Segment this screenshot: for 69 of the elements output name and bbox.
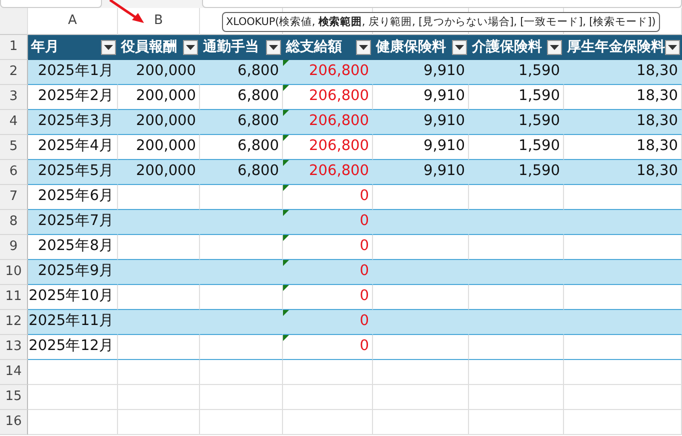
table-cell: 200,000 (118, 160, 200, 185)
row-number: 6 (0, 160, 28, 185)
table-cell: 0 (283, 335, 373, 360)
table-cell: 200,000 (118, 110, 200, 135)
table-cell: 2025年7月 (28, 210, 118, 235)
table-cell: 2025年11月 (28, 310, 118, 335)
table-cell: 18,30 (564, 60, 682, 85)
table-cell: 6,800 (200, 60, 283, 85)
table-header-cell: 年月 (28, 35, 118, 60)
filter-dropdown-button[interactable] (266, 40, 281, 55)
row-number: 3 (0, 85, 28, 110)
table-cell: 2025年5月 (28, 160, 118, 185)
table-cell: 6,800 (200, 160, 283, 185)
row-number: 12 (0, 310, 28, 335)
row-number: 7 (0, 185, 28, 210)
row-number: 4 (0, 110, 28, 135)
table-header-cell: 総支給額 (283, 35, 373, 60)
row-number: 16 (0, 410, 28, 435)
table-cell: 1,590 (469, 60, 564, 85)
table-cell: 206,800 (283, 160, 373, 185)
table-cell: 9,910 (373, 160, 469, 185)
row-number: 1 (0, 35, 28, 60)
table-cell: 1,590 (469, 110, 564, 135)
caret-icon (186, 44, 195, 50)
table-cell: 206,800 (283, 110, 373, 135)
row-number: 2 (0, 60, 28, 85)
filter-dropdown-button[interactable] (356, 40, 371, 55)
table-cell: 0 (283, 260, 373, 285)
table-header-cell: 厚生年金保険料 (564, 35, 682, 60)
caret-icon (359, 44, 368, 50)
filter-dropdown-button[interactable] (547, 40, 562, 55)
table-header-cell: 役員報酬 (118, 35, 200, 60)
formula-tooltip: XLOOKUP(検索値, 検索範囲, 戻り範囲, [見つからない場合], [一致モード], [検索モード]) (222, 12, 660, 32)
column-header[interactable]: A (28, 8, 118, 35)
table-cell: 18,30 (564, 110, 682, 135)
table-cell: 2025年1月 (28, 60, 118, 85)
filter-dropdown-button[interactable] (452, 40, 467, 55)
table-cell: 200,000 (118, 60, 200, 85)
row-number: 5 (0, 135, 28, 160)
table-header-cell: 健康保険料 (373, 35, 469, 60)
caret-icon (668, 44, 677, 50)
table-header-cell: 介護保険料 (469, 35, 564, 60)
table-header-cell: 通勤手当 (200, 35, 283, 60)
filter-dropdown-button[interactable] (183, 40, 198, 55)
row-number: 13 (0, 335, 28, 360)
caret-icon (269, 44, 278, 50)
caret-icon (455, 44, 464, 50)
table-cell: 9,910 (373, 110, 469, 135)
table-cell: 2025年3月 (28, 110, 118, 135)
row-number: 8 (0, 210, 28, 235)
row-number: 14 (0, 360, 28, 385)
table-cell: 18,30 (564, 160, 682, 185)
row-number: 9 (0, 235, 28, 260)
table-cell: 6,800 (200, 110, 283, 135)
row-number: 10 (0, 260, 28, 285)
table-cell: 0 (283, 310, 373, 335)
column-header[interactable]: B (118, 8, 200, 35)
caret-icon (104, 44, 113, 50)
caret-icon (550, 44, 559, 50)
row-number: 11 (0, 285, 28, 310)
filter-dropdown-button[interactable] (101, 40, 116, 55)
table-cell: 9,910 (373, 60, 469, 85)
table-cell: 1,590 (469, 160, 564, 185)
table-cell: 0 (283, 210, 373, 235)
table-cell: 2025年9月 (28, 260, 118, 285)
filter-dropdown-button[interactable] (665, 40, 680, 55)
table-cell: 206,800 (283, 60, 373, 85)
row-number: 15 (0, 385, 28, 410)
table-cell: 2025年12月 (28, 335, 118, 360)
